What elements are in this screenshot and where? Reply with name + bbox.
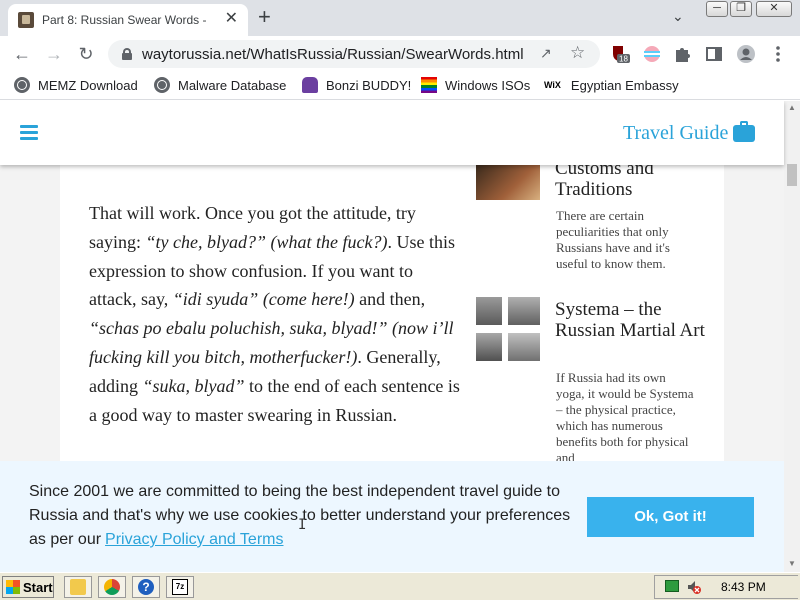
bookmark-label: Bonzi BUDDY! bbox=[326, 77, 412, 93]
start-button[interactable]: Start bbox=[2, 576, 54, 598]
bookmark-malware-database[interactable]: Malware Database bbox=[154, 77, 286, 93]
bookmark-egyptian-embassy[interactable]: WiX Egyptian Embassy bbox=[544, 77, 679, 93]
share-icon[interactable]: ↗ bbox=[540, 45, 552, 62]
network-icon[interactable] bbox=[665, 580, 679, 592]
url-text[interactable]: waytorussia.net/WhatIsRussia/Russian/Swe… bbox=[142, 46, 524, 63]
site-header: Travel Guide bbox=[0, 101, 784, 165]
taskbar-chrome-button[interactable] bbox=[98, 576, 126, 598]
quote-idi-syuda: “idi syuda” (come here!) bbox=[172, 289, 355, 310]
quote-suka-blyad: “suka, blyad” bbox=[142, 375, 245, 396]
bookmark-star-icon[interactable]: ☆ bbox=[570, 43, 585, 63]
bonzi-icon bbox=[302, 77, 318, 93]
folder-icon bbox=[70, 579, 86, 595]
sidebar-item-customs-desc: There are certain peculiarities that onl… bbox=[556, 208, 670, 271]
globe-icon bbox=[154, 77, 170, 93]
tab-title: Part 8: Russian Swear Words - bbox=[42, 13, 207, 27]
cookie-accept-button[interactable]: Ok, Got it! bbox=[587, 497, 754, 537]
bookmark-label: Egyptian Embassy bbox=[570, 77, 679, 93]
tab-strip: Part 8: Russian Swear Words - ✕ + ⌄ ─ ❐ … bbox=[0, 0, 800, 36]
bookmark-bonzi-buddy[interactable]: Bonzi BUDDY! bbox=[302, 77, 411, 93]
brand-label: Travel Guide bbox=[623, 122, 729, 144]
cookie-message: Since 2001 we are committed to being the… bbox=[29, 483, 571, 548]
page-viewport: Travel Guide That will work. Once you go… bbox=[0, 101, 800, 572]
help-icon: ? bbox=[138, 579, 154, 595]
sidebar-item-systema-desc: If Russia had its own yoga, it would be … bbox=[556, 370, 694, 465]
7zip-icon: 7z bbox=[172, 579, 188, 595]
systema-photo bbox=[476, 297, 502, 325]
reload-icon[interactable]: ↻ bbox=[74, 42, 98, 66]
close-window-button[interactable]: ✕ bbox=[756, 1, 792, 17]
sidebar-item-systema-title[interactable]: Systema – the Russian Martial Art bbox=[555, 299, 705, 341]
scroll-up-icon[interactable]: ▲ bbox=[788, 103, 796, 112]
bookmark-memz[interactable]: MEMZ Download bbox=[14, 77, 138, 93]
rainbow-flag-icon bbox=[421, 77, 437, 93]
travel-guide-link[interactable]: Travel Guide bbox=[623, 121, 756, 145]
suitcase-icon bbox=[733, 121, 756, 142]
bookmark-label: Windows ISOs bbox=[445, 77, 531, 93]
new-tab-button[interactable]: + bbox=[258, 6, 271, 28]
bookmark-label: Malware Database bbox=[178, 77, 287, 93]
profile-avatar-icon[interactable] bbox=[736, 44, 756, 64]
customs-thumbnail[interactable] bbox=[476, 165, 540, 200]
bookmarks-bar: MEMZ Download Malware Database Bonzi BUD… bbox=[0, 72, 800, 100]
menu-kebab-icon[interactable] bbox=[768, 44, 788, 64]
wix-icon: WiX bbox=[544, 80, 561, 90]
chrome-icon bbox=[104, 579, 120, 595]
extension-badge-count: 18 bbox=[619, 55, 628, 64]
flag-extension-icon[interactable] bbox=[642, 44, 662, 64]
cookie-consent-banner: Since 2001 we are committed to being the… bbox=[0, 461, 784, 572]
privacy-policy-link[interactable]: Privacy Policy and Terms bbox=[105, 531, 283, 548]
tab-search-chevron-icon[interactable]: ⌄ bbox=[672, 8, 684, 25]
ublock-extension-icon[interactable]: 18 bbox=[610, 44, 630, 64]
system-tray: 8:43 PM bbox=[654, 575, 798, 599]
taskbar-folder-button[interactable] bbox=[64, 576, 92, 598]
hamburger-menu-icon[interactable] bbox=[20, 125, 38, 140]
forward-arrow-icon[interactable]: → bbox=[42, 42, 66, 66]
systema-photo bbox=[476, 333, 502, 361]
clock[interactable]: 8:43 PM bbox=[721, 580, 766, 594]
bookmark-label: MEMZ Download bbox=[38, 77, 138, 93]
systema-photo bbox=[508, 333, 540, 361]
page-scrollbar[interactable]: ▲ ▼ bbox=[784, 101, 800, 572]
start-label: Start bbox=[23, 579, 53, 595]
tab-close-icon[interactable]: ✕ bbox=[225, 11, 238, 27]
scrollbar-thumb[interactable] bbox=[787, 164, 797, 186]
address-bar[interactable]: waytorussia.net/WhatIsRussia/Russian/Swe… bbox=[108, 40, 600, 68]
article-paragraph: That will work. Once you got the attitud… bbox=[89, 203, 460, 425]
bookmark-windows-isos[interactable]: Windows ISOs bbox=[421, 77, 530, 93]
minimize-button[interactable]: ─ bbox=[706, 1, 728, 17]
windows-logo-icon bbox=[6, 580, 20, 594]
taskbar-help-button[interactable]: ? bbox=[132, 576, 160, 598]
site-favicon-icon bbox=[18, 12, 34, 28]
text-cursor-icon: I bbox=[298, 517, 307, 533]
extensions-puzzle-icon[interactable] bbox=[672, 44, 692, 64]
lock-icon[interactable] bbox=[122, 48, 132, 60]
quote-ty-che-blyad: “ty che, blyad?” (what the fuck?) bbox=[145, 231, 388, 252]
volume-muted-icon[interactable] bbox=[687, 579, 701, 595]
taskbar: Start ? 7z 8:43 PM bbox=[0, 572, 800, 600]
taskbar-7zip-button[interactable]: 7z bbox=[166, 576, 194, 598]
scroll-down-icon[interactable]: ▼ bbox=[788, 559, 796, 568]
back-arrow-icon[interactable]: ← bbox=[10, 42, 34, 66]
browser-toolbar: ← → ↻ waytorussia.net/WhatIsRussia/Russi… bbox=[0, 36, 800, 72]
restore-button[interactable]: ❐ bbox=[730, 1, 752, 17]
side-panel-icon[interactable] bbox=[704, 44, 724, 64]
browser-tab[interactable]: Part 8: Russian Swear Words - ✕ bbox=[8, 4, 248, 36]
systema-photo bbox=[508, 297, 540, 325]
globe-icon bbox=[14, 77, 30, 93]
